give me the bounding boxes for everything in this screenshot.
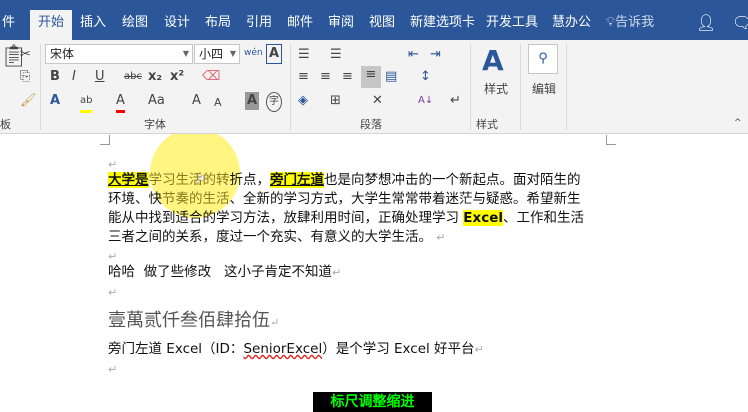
chevron-down-icon: ▼ [182,49,189,58]
group-label-font: 字体 [144,118,166,131]
divider [290,44,291,130]
asian-layout-icon[interactable]: ✕ [372,92,383,110]
divider [566,44,567,130]
paragraph-mark: ↵ [108,286,118,299]
tab-mailings[interactable]: 邮件 [279,10,321,40]
divider [520,44,521,130]
increase-indent-icon[interactable]: ⇥ [430,46,441,64]
sort-icon[interactable]: A↓ [418,92,433,110]
align-center-icon[interactable]: ≡ [320,68,331,86]
highlight-color-icon[interactable]: ab [80,92,93,113]
font-size-select[interactable]: 小四 ▼ [194,44,240,64]
ribbon-tabs: 件 开始 插入 绘图 设计 布局 引用 邮件 审阅 视图 新建选项卡 开发工具 … [0,0,748,40]
tab-review[interactable]: 审阅 [320,10,362,40]
phonetic-guide-icon[interactable]: wén [244,44,263,62]
paragraph-4: 旁门左道 Excel（ID：SeniorExcel）是个学习 Excel 好平台… [108,341,484,357]
paragraph-1-line-3: 能从中找到适合的学习方法，放肆利用时间，正确处理学习 Excel、工作和生活 [108,210,585,226]
styles-icon[interactable]: A [482,44,504,78]
char-shading-button[interactable]: A [245,92,259,110]
format-painter-icon[interactable]: 🖌︎ [20,92,37,110]
text-effects-icon[interactable]: A [50,92,60,110]
tab-home[interactable]: 开始 [30,10,73,40]
paragraph-3: 壹萬贰仟叁佰肆拾伍↵ [108,310,280,331]
tab-design[interactable]: 设计 [156,10,198,40]
numbering-icon[interactable]: ☰ [330,46,342,64]
collapse-ribbon-icon[interactable]: ^ [734,114,742,132]
document-page[interactable]: ↵ 大学是学习生活的转折点，旁门左道也是向梦想冲击的一个新起点。面对陌生的 环境… [0,135,748,412]
paragraph-1-line-4: 三者之间的关系，度过一个充实、有意义的大学生活。 ↵ [108,229,446,245]
clear-formatting-icon[interactable]: ⌫ [202,68,220,86]
tab-huibangong[interactable]: 慧办公 [544,10,599,40]
show-marks-icon[interactable]: ↵ [450,92,461,110]
superscript-button[interactable]: x² [170,68,184,86]
char-border-icon[interactable]: A [266,44,282,64]
ribbon: 📋︎ ✂ ⎘ 🖌︎ 板 宋体 ▼ 小四 ▼ wén A B I U abc x₂ x… [0,40,748,134]
italic-button[interactable]: I [72,68,76,86]
group-label-clipboard: 板 [0,118,11,131]
align-left-icon[interactable]: ≡ [298,68,309,86]
tab-layout[interactable]: 布局 [197,10,239,40]
shrink-font-button[interactable]: A [214,94,222,112]
comment-icon[interactable]: 🗨︎ [724,10,748,40]
tab-developer[interactable]: 开发工具 [478,10,546,40]
tab-view[interactable]: 视图 [361,10,403,40]
tab-draw[interactable]: 绘图 [114,10,156,40]
strikethrough-button[interactable]: abc [124,68,142,86]
paste-icon[interactable]: 📋︎ [0,46,28,88]
group-label-styles: 样式 [476,118,498,131]
paragraph-1-line-2: 环境、快节奏的生活、全新的学习方式，大学生常常带着迷茫与疑惑。希望新生 [108,191,581,207]
subscript-button[interactable]: x₂ [148,68,162,86]
editing-button[interactable]: 编辑 [532,80,556,98]
margin-corner [606,135,616,145]
styles-button[interactable]: 样式 [484,80,508,98]
copy-icon[interactable]: ⎘ [20,68,30,86]
bullets-icon[interactable]: ☰ [298,46,310,64]
enclose-char-button[interactable]: 字 [266,92,282,112]
tab-file[interactable]: 件 [0,10,23,40]
bold-button[interactable]: B [50,68,60,86]
tab-insert[interactable]: 插入 [72,10,114,40]
align-right-icon[interactable]: ≡ [342,68,353,86]
tab-new[interactable]: 新建选项卡 [402,10,483,40]
tab-references[interactable]: 引用 [238,10,280,40]
change-case-button[interactable]: Aa [148,92,165,110]
margin-corner [100,135,110,145]
paragraph-1-line-1: 大学是学习生活的转折点，旁门左道也是向梦想冲击的一个新起点。面对陌生的 [108,172,581,188]
divider [40,44,41,130]
distributed-icon[interactable]: ▤ [385,68,397,86]
video-caption: 标尺调整缩进 [313,392,432,412]
paragraph-mark: ↵ [108,363,118,376]
paragraph-2: 哈哈 做了些修改 这小子肯定不知道↵ [108,264,342,280]
group-label-paragraph: 段落 [360,118,382,131]
grow-font-button[interactable]: A [192,92,201,110]
underline-button[interactable]: U [95,68,105,86]
shading-icon[interactable]: ◈ [298,92,308,110]
line-spacing-icon[interactable]: ↕ [420,68,431,86]
font-name-select[interactable]: 宋体 ▼ [45,44,193,64]
divider [470,44,471,130]
search-icon[interactable]: ⚲ [528,44,558,74]
justify-icon[interactable]: ≡ [361,66,381,88]
cut-icon[interactable]: ✂ [20,46,31,64]
share-user-icon[interactable]: 👤︎ [688,10,724,40]
lightbulb-icon: 💡︎ [606,15,616,30]
decrease-indent-icon[interactable]: ⇤ [408,46,419,64]
chevron-down-icon: ▼ [229,49,236,58]
borders-icon[interactable]: ⊞ [330,92,341,110]
font-color-icon[interactable]: A [116,92,125,113]
tell-me[interactable]: 💡︎告诉我 [598,10,662,40]
